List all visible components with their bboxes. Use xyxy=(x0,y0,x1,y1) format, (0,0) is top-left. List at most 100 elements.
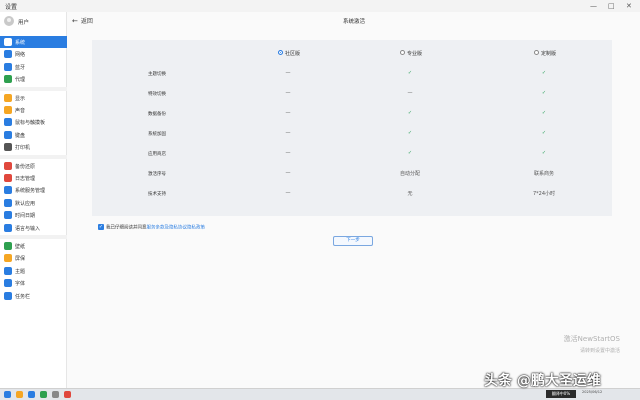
file-manager-icon[interactable] xyxy=(16,391,23,398)
maximize-button[interactable]: □ xyxy=(608,2,615,10)
feature-cell: — xyxy=(407,90,413,96)
sidebar-item[interactable]: 备份还原 xyxy=(0,160,67,172)
feature-cell: 无 xyxy=(407,191,413,197)
sidebar-item-label: 日志管理 xyxy=(15,176,36,182)
sidebar-item-label: 鼠标与触摸板 xyxy=(15,120,46,127)
sidebar-item[interactable]: 默认应用 xyxy=(0,197,67,209)
feature-cell: — xyxy=(285,130,291,136)
sidebar-item-label: 时间日期 xyxy=(15,213,36,220)
agree-text: 我已仔细阅读并同意 xyxy=(106,225,147,231)
sidebar-item-icon xyxy=(4,266,12,275)
sidebar-item-icon xyxy=(4,38,12,46)
edition-option[interactable]: 定制版 xyxy=(534,50,556,57)
app-store-icon[interactable] xyxy=(40,391,47,398)
feature-cell: ✓ xyxy=(407,110,413,116)
edition-radio[interactable] xyxy=(534,50,539,55)
sidebar-item[interactable]: 主题 xyxy=(0,265,67,277)
avatar xyxy=(4,16,14,26)
feature-cell: — xyxy=(285,150,291,156)
sidebar-item-icon xyxy=(4,75,12,84)
sidebar-item-label: 系统 xyxy=(15,40,26,46)
feature-label: 激活序号 xyxy=(148,172,166,177)
feature-label: 系统加固 xyxy=(148,132,166,137)
sidebar-item[interactable]: 日志管理 xyxy=(0,172,67,184)
sidebar-item-icon xyxy=(4,130,12,139)
agreement-row: ✓ 我已仔细阅读并同意服务条款及隐私协议隐私政策 xyxy=(98,224,205,231)
sidebar-item[interactable]: 打印机 xyxy=(0,141,67,153)
sidebar-item-label: 备份还原 xyxy=(15,163,36,170)
agree-checkbox[interactable]: ✓ xyxy=(98,224,104,230)
terms-link[interactable]: 服务条款及隐私协议 xyxy=(147,226,188,231)
feature-cell: — xyxy=(285,190,291,196)
window-title: 设置 xyxy=(5,4,18,11)
next-button[interactable]: 下一步 xyxy=(333,236,373,246)
feature-cell: — xyxy=(285,90,291,96)
sidebar-item-label: 屏保 xyxy=(15,256,26,263)
sidebar-item-label: 打印机 xyxy=(15,145,31,152)
sidebar-item-label: 显示 xyxy=(15,95,26,102)
sidebar-item[interactable]: 鼠标与触摸板 xyxy=(0,116,67,128)
sidebar-item[interactable]: 语言与输入 xyxy=(0,222,67,234)
sidebar-item-label: 任务栏 xyxy=(15,293,31,300)
sidebar-item[interactable]: 任务栏 xyxy=(0,290,67,302)
edition-label: 专业版 xyxy=(407,51,423,57)
close-button[interactable]: ✕ xyxy=(626,2,632,10)
tray-status[interactable]: 翻译中0% xyxy=(546,390,576,398)
feature-cell: ✓ xyxy=(541,130,547,136)
sidebar-item[interactable]: 字体 xyxy=(0,277,67,289)
feature-label: 技术支持 xyxy=(148,192,166,197)
activation-title: 激活NewStartOS xyxy=(563,335,620,343)
main-panel: ← 返回 系统激活 社区版 专业版 定制版 主题切换 — ✓ ✓ 特效切换 — — ✓ 数据备份 — ✓ ✓ 系… xyxy=(68,12,640,388)
sidebar-item-icon xyxy=(4,291,12,300)
sidebar-separator xyxy=(0,86,67,91)
activation-watermark: 激活NewStartOS 请转到设置中激活 xyxy=(564,334,620,354)
feature-cell: — xyxy=(285,110,291,116)
edition-radio[interactable] xyxy=(278,50,283,55)
clock[interactable]: 2025/06/12 xyxy=(582,390,602,394)
sidebar-item[interactable]: 系统服务管理 xyxy=(0,184,67,196)
feature-cell: ✓ xyxy=(541,90,547,96)
sidebar-item[interactable]: 屏保 xyxy=(0,252,67,264)
sidebar-item-label: 代理 xyxy=(15,77,26,84)
sidebar-item-icon xyxy=(4,242,12,250)
sidebar-item-icon xyxy=(4,50,12,59)
edition-option[interactable]: 社区版 xyxy=(278,50,300,57)
sidebar-item-label: 壁纸 xyxy=(15,244,26,250)
feature-cell: ✓ xyxy=(407,150,413,156)
edition-radio[interactable] xyxy=(400,50,405,55)
terminal-icon[interactable] xyxy=(64,391,71,398)
sidebar-item-label: 蓝牙 xyxy=(15,64,26,71)
sidebar-item[interactable]: 网络 xyxy=(0,48,67,60)
window-titlebar: 设置 — □ ✕ xyxy=(0,0,640,12)
feature-label: 数据备份 xyxy=(148,112,166,117)
sidebar-item[interactable]: 系统 xyxy=(0,36,67,48)
edition-option[interactable]: 专业版 xyxy=(400,50,422,57)
sidebar-item[interactable]: 声音 xyxy=(0,104,67,116)
feature-label: 应用商店 xyxy=(148,152,166,157)
feature-cell: ✓ xyxy=(541,150,547,156)
page-title: 系统激活 xyxy=(342,19,365,25)
user-account[interactable]: 用户 xyxy=(4,16,64,28)
sidebar-item[interactable]: 时间日期 xyxy=(0,209,67,221)
browser-icon[interactable] xyxy=(28,391,35,398)
sidebar-item[interactable]: 壁纸 xyxy=(0,240,67,252)
feature-cell: 联系商务 xyxy=(533,171,554,177)
start-menu-icon[interactable] xyxy=(4,391,11,398)
sidebar-item-icon xyxy=(4,223,12,232)
sidebar-item[interactable]: 显示 xyxy=(0,92,67,104)
sidebar-item[interactable]: 蓝牙 xyxy=(0,61,67,73)
clock-date: 2025/06/12 xyxy=(582,390,603,394)
minimize-button[interactable]: — xyxy=(590,2,597,10)
sidebar-item[interactable]: 代理 xyxy=(0,73,67,85)
sidebar-item[interactable]: 键盘 xyxy=(0,129,67,141)
privacy-link[interactable]: 隐私政策 xyxy=(187,226,205,231)
sidebar-item-icon xyxy=(4,106,12,114)
sidebar-separator xyxy=(0,154,67,159)
sidebar-item-icon xyxy=(4,254,12,263)
sidebar-item-icon xyxy=(4,174,12,182)
sidebar-item-icon xyxy=(4,198,12,207)
feature-cell: — xyxy=(285,170,291,176)
sidebar-item-label: 字体 xyxy=(15,281,26,288)
settings-icon[interactable] xyxy=(52,391,59,398)
sidebar-item-icon xyxy=(4,118,12,127)
